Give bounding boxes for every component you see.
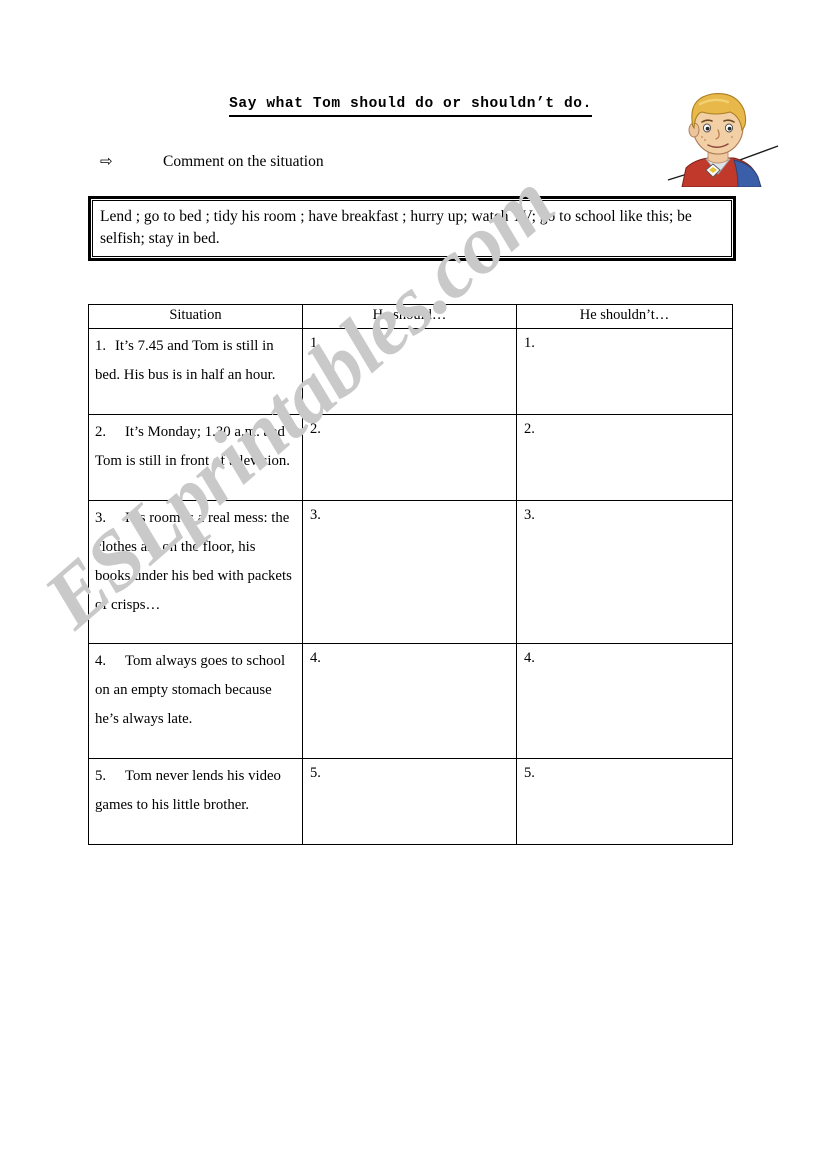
word-bank-box: Lend ; go to bed ; tidy his room ; have …	[88, 196, 736, 261]
situation-text: It’s 7.45 and Tom is still in bed. His b…	[95, 338, 276, 383]
situation-number: 5.	[95, 768, 107, 784]
table-header-row: Situation He should… He shouldn’t…	[88, 304, 733, 329]
he-should-answer-cell[interactable]: 3.	[302, 500, 517, 644]
situation-cell: 2. It’s Monday; 1.30 a.m. and Tom is stil…	[88, 414, 303, 501]
page-title: Say what Tom should do or shouldn’t do.	[229, 95, 592, 118]
table-row: 2. It’s Monday; 1.30 a.m. and Tom is stil…	[88, 414, 733, 501]
he-shouldnt-answer-cell[interactable]: 2.	[516, 414, 733, 501]
he-shouldnt-answer-cell[interactable]: 5.	[516, 758, 733, 845]
column-header-situation: Situation	[88, 304, 303, 329]
table-row: 1. It’s 7.45 and Tom is still in bed. His…	[88, 328, 733, 415]
he-should-answer-cell[interactable]: 5.	[302, 758, 517, 845]
he-should-answer-cell[interactable]: 2.	[302, 414, 517, 501]
worksheet-table-container: Situation He should… He shouldn’t… 1. It’…	[88, 304, 733, 845]
situation-number: 2.	[95, 424, 107, 440]
boy-cartoon-illustration	[660, 82, 780, 188]
worksheet-table: Situation He should… He shouldn’t… 1. It’…	[88, 304, 733, 845]
arrow-right-outline-icon: ⇨	[100, 154, 113, 170]
table-row: 3. His room is a real mess: the clothes a…	[88, 500, 733, 644]
column-header-he-shouldnt: He shouldn’t…	[516, 304, 733, 329]
situation-number: 3.	[95, 510, 107, 526]
situation-text: His room is a real mess: the clothes are…	[95, 510, 292, 613]
situation-cell: 4. Tom always goes to school on an empty …	[88, 643, 303, 759]
instruction-text: Comment on the situation	[163, 153, 324, 170]
he-shouldnt-answer-cell[interactable]: 1.	[516, 328, 733, 415]
worksheet-page: ESLprintables.com Say what Tom should do…	[0, 0, 821, 1169]
he-shouldnt-answer-cell[interactable]: 4.	[516, 643, 733, 759]
situation-text: It’s Monday; 1.30 a.m. and Tom is still …	[95, 424, 291, 469]
boy-cartoon-svg	[667, 93, 779, 188]
instruction-line: ⇨ Comment on the situation	[100, 152, 660, 172]
table-row: 5. Tom never lends his video games to his…	[88, 758, 733, 845]
word-bank-inner-border: Lend ; go to bed ; tidy his room ; have …	[92, 200, 732, 257]
situation-cell: 5. Tom never lends his video games to his…	[88, 758, 303, 845]
he-should-answer-cell[interactable]: 1.	[302, 328, 517, 415]
situation-number: 1.	[95, 338, 107, 354]
he-should-answer-cell[interactable]: 4.	[302, 643, 517, 759]
word-bank-text: Lend ; go to bed ; tidy his room ; have …	[100, 208, 692, 247]
column-header-he-should: He should…	[302, 304, 517, 329]
table-row: 4. Tom always goes to school on an empty …	[88, 643, 733, 759]
situation-number: 4.	[95, 653, 107, 669]
he-shouldnt-answer-cell[interactable]: 3.	[516, 500, 733, 644]
situation-cell: 1. It’s 7.45 and Tom is still in bed. His…	[88, 328, 303, 415]
situation-cell: 3. His room is a real mess: the clothes a…	[88, 500, 303, 644]
